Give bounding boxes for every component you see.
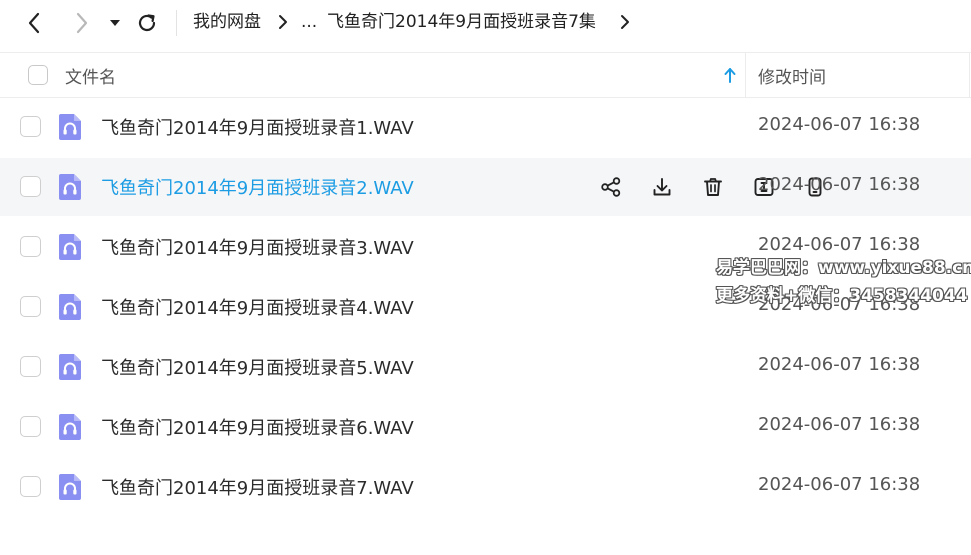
file-modified-time: 2024-06-07 16:38 [758, 414, 921, 435]
back-button[interactable] [20, 8, 48, 38]
audio-file-icon [58, 473, 82, 501]
download-button[interactable] [649, 174, 675, 200]
file-row[interactable]: 飞鱼奇门2014年9月面授班录音1.WAV 2024-06-07 16:38 [0, 98, 971, 156]
row-checkbox[interactable] [20, 176, 41, 197]
row-checkbox[interactable] [20, 116, 41, 137]
toolbar: 我的网盘 ... 飞鱼奇门2014年9月面授班录音7集 [0, 0, 971, 46]
file-name[interactable]: 飞鱼奇门2014年9月面授班录音2.WAV [101, 174, 414, 200]
breadcrumb-separator-icon [621, 15, 629, 29]
audio-file-icon [58, 173, 82, 201]
name-column-header[interactable]: 文件名 [65, 63, 116, 88]
audio-file-icon [58, 113, 82, 141]
row-checkbox[interactable] [20, 356, 41, 377]
file-modified-time: 2024-06-07 16:38 [758, 354, 921, 375]
arrow-up-icon[interactable] [723, 66, 737, 84]
audio-file-icon [58, 293, 82, 321]
file-modified-time: 2024-06-07 16:38 [758, 474, 921, 495]
file-modified-time: 2024-06-07 16:38 [758, 114, 921, 135]
file-name[interactable]: 飞鱼奇门2014年9月面授班录音1.WAV [101, 114, 414, 140]
audio-file-icon [58, 233, 82, 261]
delete-icon [702, 176, 724, 198]
row-checkbox[interactable] [20, 296, 41, 317]
file-list-header: 文件名 修改时间 [0, 52, 971, 98]
watermark-line: 易学巴巴网：www.yixue88.cn [716, 258, 971, 278]
file-name[interactable]: 飞鱼奇门2014年9月面授班录音7.WAV [101, 474, 414, 500]
row-checkbox[interactable] [20, 416, 41, 437]
refresh-button[interactable] [133, 8, 161, 38]
chevron-right-icon [76, 12, 88, 34]
file-name[interactable]: 飞鱼奇门2014年9月面授班录音5.WAV [101, 354, 414, 380]
file-row[interactable]: 飞鱼奇门2014年9月面授班录音2.WAV 2024-06-07 16:38 [0, 158, 971, 216]
file-name[interactable]: 飞鱼奇门2014年9月面授班录音4.WAV [101, 294, 414, 320]
caret-down-icon [110, 20, 120, 26]
download-icon [651, 176, 673, 198]
column-divider[interactable] [745, 53, 746, 98]
file-modified-time: 2024-06-07 16:38 [758, 174, 921, 195]
breadcrumb-current[interactable]: 飞鱼奇门2014年9月面授班录音7集 [327, 10, 596, 34]
time-column-header[interactable]: 修改时间 [758, 63, 826, 88]
refresh-icon [138, 14, 156, 32]
breadcrumb-ellipsis[interactable]: ... [301, 10, 317, 34]
file-row[interactable]: 飞鱼奇门2014年9月面授班录音6.WAV 2024-06-07 16:38 [0, 398, 971, 456]
file-row[interactable]: 飞鱼奇门2014年9月面授班录音7.WAV 2024-06-07 16:38 [0, 458, 971, 516]
share-icon [600, 176, 622, 198]
delete-button[interactable] [700, 174, 726, 200]
audio-file-icon [58, 353, 82, 381]
file-name[interactable]: 飞鱼奇门2014年9月面授班录音6.WAV [101, 414, 414, 440]
watermark-line: 更多资料+微信：3458344044 [716, 286, 968, 306]
forward-button[interactable] [68, 8, 96, 38]
column-divider [969, 53, 970, 98]
history-dropdown-button[interactable] [102, 8, 128, 38]
breadcrumb-root[interactable]: 我的网盘 [193, 10, 261, 34]
select-all-checkbox[interactable] [28, 65, 48, 85]
audio-file-icon [58, 413, 82, 441]
toolbar-divider [176, 10, 177, 36]
file-name[interactable]: 飞鱼奇门2014年9月面授班录音3.WAV [101, 234, 414, 260]
file-row[interactable]: 飞鱼奇门2014年9月面授班录音5.WAV 2024-06-07 16:38 [0, 338, 971, 396]
share-button[interactable] [598, 174, 624, 200]
row-checkbox[interactable] [20, 236, 41, 257]
file-modified-time: 2024-06-07 16:38 [758, 234, 921, 255]
row-checkbox[interactable] [20, 476, 41, 497]
breadcrumb-separator-icon [279, 15, 287, 29]
chevron-left-icon [28, 12, 40, 34]
